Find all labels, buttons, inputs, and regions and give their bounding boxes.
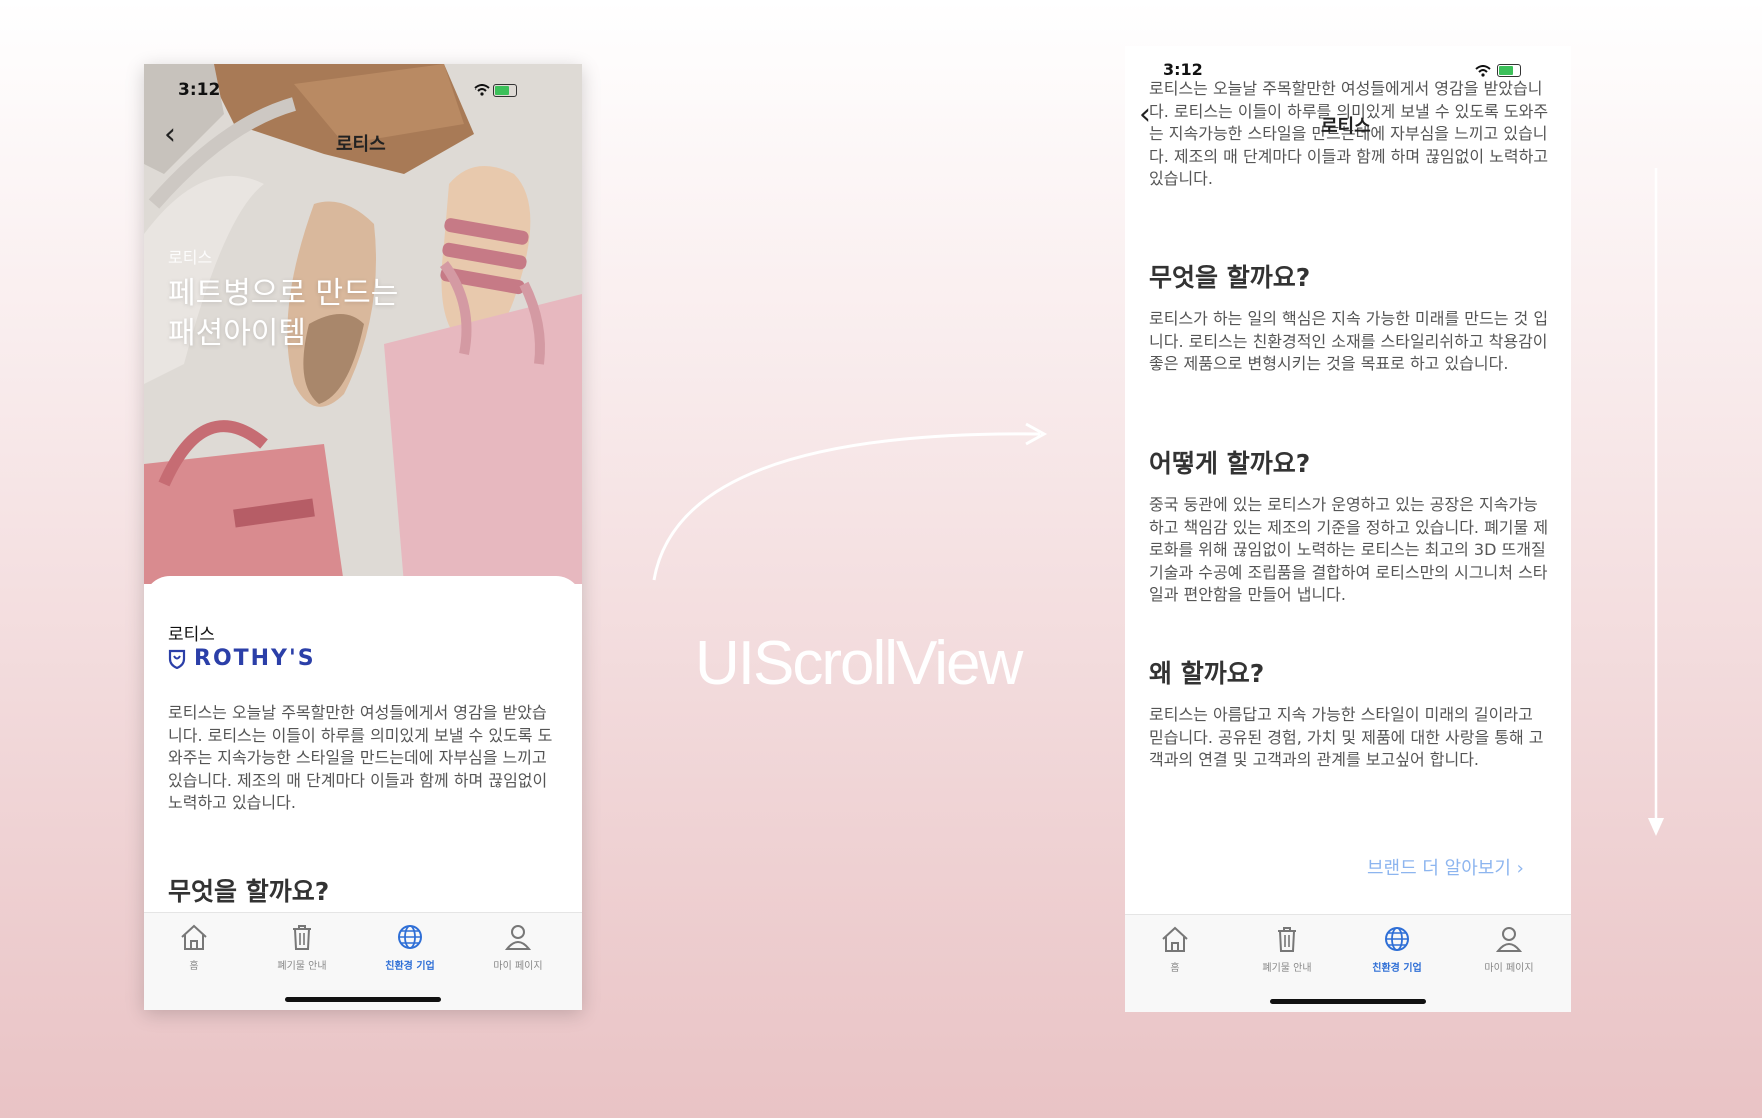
phone-screen-right: 로티스는 오늘날 주목할만한 여성들에게서 영감을 받았습니다. 로티스는 이들…: [1125, 46, 1571, 1012]
wifi-icon: [1475, 64, 1491, 77]
home-indicator[interactable]: [285, 997, 441, 1002]
section-body-how: 중국 둥관에 있는 로티스가 운영하고 있는 공장은 지속가능하고 책임감 있는…: [1149, 495, 1549, 604]
tab-eco-companies[interactable]: 친환경 기업: [1347, 925, 1447, 974]
person-icon: [504, 925, 532, 950]
tab-my-page-label: 마이 페이지: [493, 961, 543, 972]
brand-more-link-label: 브랜드 더 알아보기: [1367, 858, 1511, 879]
tab-bar: 홈 폐기물 안내 친환경 기업 마이 페이지: [144, 912, 582, 1010]
card-brand-label: 로티스: [168, 625, 215, 645]
battery-icon: [1497, 64, 1521, 77]
nav-title-right: 로티스: [1321, 116, 1371, 137]
trash-icon: [1278, 927, 1296, 952]
tab-home[interactable]: 홈: [144, 923, 244, 972]
tab-waste-guide[interactable]: 폐기물 안내: [1237, 925, 1337, 974]
tab-my-page-label: 마이 페이지: [1484, 963, 1534, 974]
person-icon: [1495, 927, 1523, 952]
tab-my-page[interactable]: 마이 페이지: [1459, 925, 1559, 974]
wifi-icon: [474, 84, 490, 96]
section-heading-why: 왜 할까요?: [1149, 659, 1265, 688]
scroll-down-arrow-icon: [1648, 168, 1664, 836]
back-chevron-icon[interactable]: ‹: [164, 120, 176, 150]
status-time-right: 3:12: [1163, 60, 1203, 79]
globe-icon: [1385, 927, 1409, 951]
section-body-what: 로티스가 하는 일의 핵심은 지속 가능한 미래를 만드는 것 입니다. 로티스…: [1149, 309, 1549, 373]
section-heading-what: 무엇을 할까요?: [1149, 263, 1311, 292]
home-icon: [1162, 926, 1188, 952]
phone-screen-left: 3:12 ···· ‹ 로티스 로티스 페트병으로 만드는 패션아이템 로티스 …: [144, 64, 582, 1010]
hero-image: 3:12 ···· ‹ 로티스 로티스 페트병으로 만드는 패션아이템: [144, 64, 582, 584]
scrollview-caption: UIScrollView: [695, 629, 1023, 698]
tab-my-page[interactable]: 마이 페이지: [468, 923, 568, 972]
home-icon: [181, 924, 207, 950]
section-heading-what: 무엇을 할까요?: [168, 877, 330, 906]
status-time: 3:12: [178, 80, 221, 100]
brand-more-link[interactable]: 브랜드 더 알아보기 ›: [1367, 854, 1524, 880]
back-chevron-icon[interactable]: ‹: [1139, 100, 1151, 130]
status-icons: ····: [474, 84, 517, 97]
battery-icon: [492, 84, 517, 97]
tab-bar-right: 홈 폐기물 안내 친환경 기업 마이 페이지: [1125, 914, 1571, 1012]
section-heading-how: 어떻게 할까요?: [1149, 449, 1311, 478]
section-body-why: 로티스는 아름답고 지속 가능한 스타일이 미래의 길이라고 믿습니다. 공유된…: [1149, 705, 1544, 769]
trash-icon: [293, 925, 311, 950]
shield-logo-icon: [168, 649, 186, 669]
brand-logo: ROTHY'S: [168, 646, 316, 671]
tab-eco-companies-label: 친환경 기업: [385, 961, 435, 972]
status-icons-right: [1475, 64, 1521, 77]
home-indicator[interactable]: [1270, 999, 1426, 1004]
tab-eco-companies-label: 친환경 기업: [1372, 963, 1422, 974]
hero-brand-label: 로티스: [168, 248, 213, 267]
tab-waste-guide[interactable]: 폐기물 안내: [252, 923, 352, 972]
tab-waste-guide-label: 폐기물 안내: [277, 961, 327, 972]
globe-icon: [398, 925, 422, 949]
tab-home[interactable]: 홈: [1125, 925, 1225, 974]
tab-home-label: 홈: [189, 961, 199, 972]
hero-title: 페트병으로 만드는 패션아이템: [168, 276, 399, 351]
tab-eco-companies[interactable]: 친환경 기업: [360, 923, 460, 972]
intro-paragraph: 로티스는 오늘날 주목할만한 여성들에게서 영감을 받았습니다. 로티스는 이들…: [168, 703, 553, 812]
chevron-right-icon: ›: [1510, 858, 1524, 879]
tab-waste-guide-label: 폐기물 안내: [1262, 963, 1312, 974]
transition-arrow-icon: [652, 422, 1048, 581]
logo-wordmark: ROTHY'S: [194, 646, 316, 671]
nav-title: 로티스: [336, 134, 386, 155]
tab-home-label: 홈: [1170, 963, 1180, 974]
